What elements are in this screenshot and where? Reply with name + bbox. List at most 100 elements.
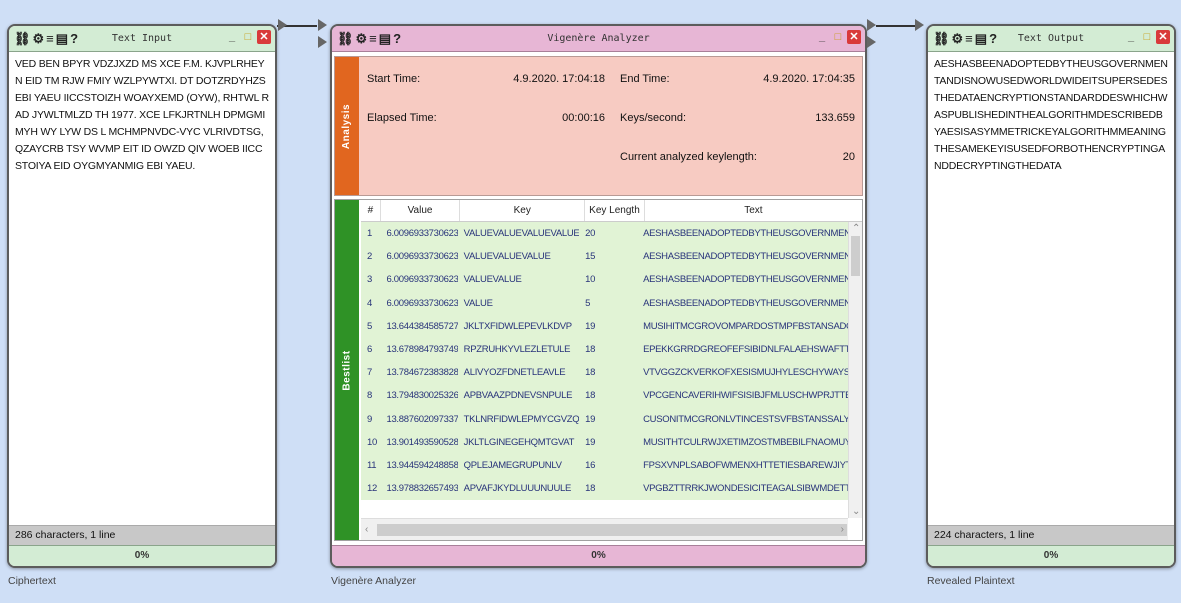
cell-key: VALUE bbox=[463, 297, 493, 309]
gear-icon[interactable]: ⚙ bbox=[33, 32, 45, 45]
output-connector-icon[interactable] bbox=[867, 36, 876, 48]
keylength-label: Current analyzed keylength: bbox=[620, 151, 757, 163]
input-status: 286 characters, 1 line bbox=[9, 525, 275, 545]
close-icon[interactable]: ✕ bbox=[1156, 30, 1170, 44]
analyzer-title: Vigenère Analyzer bbox=[547, 33, 650, 44]
list-icon[interactable]: ≡ bbox=[965, 32, 973, 45]
column-header-key[interactable]: Key bbox=[460, 200, 586, 221]
scroll-right-icon[interactable]: › bbox=[841, 524, 844, 535]
cell-rank: 12 bbox=[367, 483, 377, 495]
cell-rank: 8 bbox=[367, 390, 372, 402]
vertical-scroll-thumb[interactable] bbox=[851, 236, 860, 276]
cell-key: VALUEVALUE bbox=[463, 274, 522, 286]
bestlist-tab[interactable]: Bestlist bbox=[335, 200, 359, 540]
cell-text: AESHASBEENADOPTEDBYTHEUSGOVERNMENTANDI bbox=[643, 251, 848, 263]
connector-icon[interactable]: ⛓ bbox=[14, 32, 31, 45]
ciphertext-textarea[interactable]: VED BEN BPYR VDZJXZD MS XCE F.M. KJVPLRH… bbox=[9, 52, 275, 524]
close-icon[interactable]: ✕ bbox=[847, 30, 861, 44]
column-header-value[interactable]: Value bbox=[381, 200, 461, 221]
table-row[interactable]: 1 6.00969337306239 VALUEVALUEVALUEVALUE 20 A… bbox=[361, 222, 848, 246]
cell-text: EPEKKGRRDGREOFEFSIBIDNLFALAEHSWAFTTEMENA bbox=[643, 343, 848, 355]
cell-key: JKLTLGINEGEHQMTGVAT bbox=[463, 436, 575, 448]
analysis-tab[interactable]: Analysis bbox=[335, 57, 359, 195]
table-row[interactable]: 7 13.7846723838286 ALIVYOZFDNETLEAVLE 18 VTV… bbox=[361, 361, 848, 385]
document-icon[interactable]: ▤ bbox=[379, 32, 391, 45]
help-icon[interactable]: ? bbox=[989, 32, 997, 45]
cell-value: 6.00969337306239 bbox=[386, 251, 458, 263]
help-icon[interactable]: ? bbox=[70, 32, 78, 45]
scroll-left-icon[interactable]: ‹ bbox=[365, 524, 368, 535]
elapsed-time-value: 00:00:16 bbox=[562, 112, 605, 124]
text-input-component[interactable]: ⛓ ⚙ ≡ ▤ ? Text Input _ □ ✕ VED BEN BPYR … bbox=[7, 24, 277, 568]
connector-icon[interactable]: ⛓ bbox=[933, 32, 950, 45]
minimize-icon[interactable]: _ bbox=[225, 30, 239, 44]
table-row[interactable]: 8 13.7948300253261 APBVAAZPDNEVSNPULE 18 VPC… bbox=[361, 384, 848, 408]
cell-keylength: 18 bbox=[585, 343, 596, 355]
help-icon[interactable]: ? bbox=[393, 32, 401, 45]
input-connector-icon[interactable] bbox=[318, 19, 327, 31]
document-icon[interactable]: ▤ bbox=[975, 32, 987, 45]
maximize-icon[interactable]: □ bbox=[1140, 30, 1154, 44]
table-row[interactable]: 6 13.6789847937497 RPZRUHKYVLEZLETULE 18 EPE… bbox=[361, 337, 848, 362]
output-connector-icon[interactable] bbox=[867, 19, 876, 31]
scroll-down-icon[interactable]: ⌄ bbox=[852, 506, 860, 517]
bestlist-table[interactable]: # Value Key Key Length Text 1 6.009693373… bbox=[361, 200, 862, 540]
gear-icon[interactable]: ⚙ bbox=[356, 32, 368, 45]
text-input-titlebar[interactable]: ⛓ ⚙ ≡ ▤ ? Text Input _ □ ✕ bbox=[9, 26, 275, 52]
horizontal-scrollbar[interactable]: ‹ › bbox=[361, 518, 848, 540]
list-icon[interactable]: ≡ bbox=[369, 32, 377, 45]
column-header-rank[interactable]: # bbox=[361, 200, 381, 221]
table-header: # Value Key Key Length Text bbox=[361, 200, 862, 222]
cell-key: APVAFJKYDLUUUNUULE bbox=[463, 483, 572, 495]
table-row[interactable]: 3 6.00969337306239 VALUEVALUE 10 AESHASBEENA… bbox=[361, 268, 848, 292]
maximize-icon[interactable]: □ bbox=[831, 30, 845, 44]
input-connector-icon[interactable] bbox=[318, 36, 327, 48]
text-output-component[interactable]: ⛓ ⚙ ≡ ▤ ? Text Output _ □ ✕ AESHASBEENAD… bbox=[926, 24, 1176, 568]
vertical-scrollbar[interactable]: ⌃ ⌄ bbox=[848, 222, 862, 518]
list-icon[interactable]: ≡ bbox=[46, 32, 54, 45]
table-row[interactable]: 2 6.00969337306239 VALUEVALUEVALUE 15 AESHAS… bbox=[361, 245, 848, 269]
table-row[interactable]: 4 6.00969337306239 VALUE 5 AESHASBEENADOPTED… bbox=[361, 291, 848, 315]
cell-rank: 6 bbox=[367, 343, 372, 355]
column-header-keylength[interactable]: Key Length bbox=[585, 200, 645, 221]
cell-keylength: 18 bbox=[585, 390, 596, 402]
close-icon[interactable]: ✕ bbox=[257, 30, 271, 44]
column-header-text[interactable]: Text bbox=[645, 200, 862, 221]
cell-keylength: 16 bbox=[585, 459, 596, 471]
cell-keylength: 5 bbox=[585, 297, 591, 309]
cell-value: 13.6789847937497 bbox=[386, 343, 458, 355]
cell-rank: 11 bbox=[367, 459, 377, 471]
cell-keylength: 18 bbox=[585, 367, 596, 379]
minimize-icon[interactable]: _ bbox=[815, 30, 829, 44]
connector-icon[interactable]: ⛓ bbox=[337, 32, 354, 45]
output-progress: 0% bbox=[928, 545, 1174, 566]
table-row[interactable]: 9 13.8876020973379 TKLNRFIDWLEPMYCGVZQ 19 CU… bbox=[361, 407, 848, 431]
gear-icon[interactable]: ⚙ bbox=[952, 32, 964, 45]
document-icon[interactable]: ▤ bbox=[56, 32, 68, 45]
output-connector-icon[interactable] bbox=[278, 19, 287, 31]
cell-keylength: 19 bbox=[585, 413, 596, 425]
input-connector-icon[interactable] bbox=[915, 19, 924, 31]
cell-rank: 7 bbox=[367, 367, 372, 379]
table-row[interactable]: 10 13.9014935905283 JKLTLGINEGEHQMTGVAT 19 M… bbox=[361, 430, 848, 454]
table-body: 1 6.00969337306239 VALUEVALUEVALUEVALUE 20 A… bbox=[361, 222, 848, 518]
table-row[interactable]: 5 13.6443845857273 JKLTXFIDWLEPEVLKDVP 19 MU… bbox=[361, 314, 848, 338]
scroll-up-icon[interactable]: ⌃ bbox=[852, 223, 860, 234]
table-row[interactable]: 12 13.9788326574939 APVAFJKYDLUUUNUULE 18 VP… bbox=[361, 477, 848, 501]
horizontal-scroll-thumb[interactable] bbox=[377, 524, 847, 536]
maximize-icon[interactable]: □ bbox=[241, 30, 255, 44]
cell-key: RPZRUHKYVLEZLETULE bbox=[463, 343, 571, 355]
cell-rank: 1 bbox=[367, 228, 372, 239]
text-output-titlebar[interactable]: ⛓ ⚙ ≡ ▤ ? Text Output _ □ ✕ bbox=[928, 26, 1174, 52]
plaintext-textarea[interactable]: AESHASBEENADOPTEDBYTHEUSGOVERNMENTANDISN… bbox=[928, 52, 1174, 524]
output-status: 224 characters, 1 line bbox=[928, 525, 1174, 545]
cell-rank: 5 bbox=[367, 320, 372, 332]
table-row[interactable]: 11 13.9445942488584 QPLEJAMEGRUPUNLV 16 FPSX… bbox=[361, 453, 848, 478]
analyzer-titlebar[interactable]: ⛓ ⚙ ≡ ▤ ? Vigenère Analyzer _ □ ✕ bbox=[332, 26, 865, 52]
vigenere-analyzer-component[interactable]: ⛓ ⚙ ≡ ▤ ? Vigenère Analyzer _ □ ✕ Analys… bbox=[330, 24, 867, 568]
cell-text: AESHASBEENADOPTEDBYTHEUSGOVERNMENTANDI bbox=[643, 297, 848, 309]
cell-value: 6.00969337306239 bbox=[386, 274, 458, 286]
keylength-value: 20 bbox=[842, 151, 855, 163]
minimize-icon[interactable]: _ bbox=[1124, 30, 1138, 44]
cell-value: 13.7948300253261 bbox=[386, 390, 458, 402]
